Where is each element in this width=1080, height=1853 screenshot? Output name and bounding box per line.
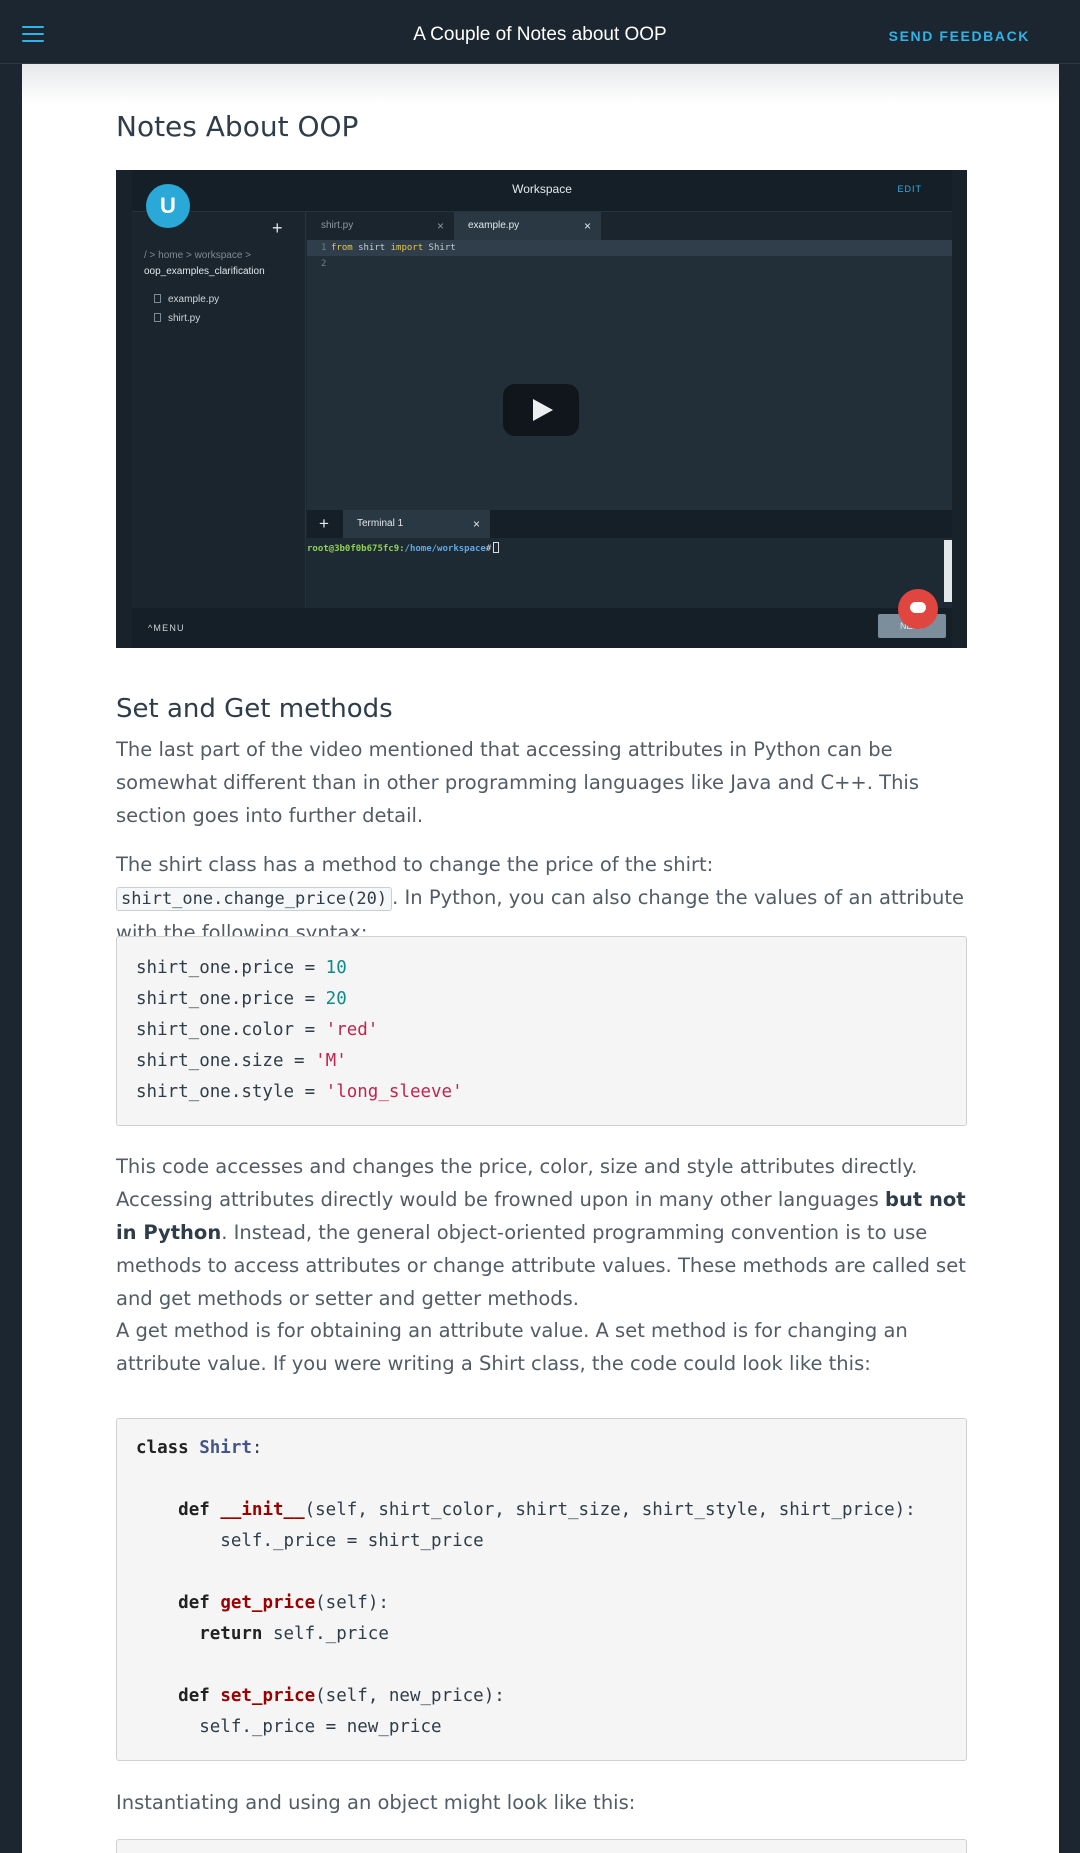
page-title: Notes About OOP [116, 110, 359, 143]
code-line: class Shirt: [136, 1438, 263, 1458]
file-item: shirt.py [154, 313, 200, 324]
send-feedback-button[interactable]: SEND FEEDBACK [889, 28, 1030, 44]
workspace-edit-link: EDIT [897, 184, 922, 194]
add-file-plus-icon: + [272, 218, 283, 238]
editor-tab-active: example.py × [454, 212, 601, 240]
video-player[interactable]: Workspace EDIT U + / > home > workspace … [116, 170, 967, 648]
close-icon: × [583, 219, 591, 233]
workspace-file-sidebar: + / > home > workspace > oop_examples_cl… [132, 212, 306, 608]
terminal-tab: Terminal 1 × [343, 510, 490, 538]
terminal-tabs: + Terminal 1 × [307, 510, 952, 538]
code-line: return self._price [199, 1624, 389, 1644]
add-terminal-plus-icon: + [319, 514, 329, 533]
editor-code: 1 from shirt import Shirt 2 [307, 240, 952, 272]
code-line: shirt_one.color = 'red' [136, 1020, 379, 1040]
file-icon [154, 313, 161, 322]
file-breadcrumb: / > home > workspace > [144, 250, 252, 261]
play-icon[interactable] [503, 384, 579, 436]
code-line: 2 [321, 259, 327, 269]
content-card: Notes About OOP Workspace EDIT U + / > h… [22, 64, 1059, 1853]
code-line: shirt_one.style = 'long_sleeve' [136, 1082, 463, 1102]
workspace-menu: ^MENU [148, 623, 185, 633]
workspace-footer: ^MENU NEXT [132, 608, 952, 648]
code-line: shirt_one.price = 20 [136, 989, 347, 1009]
code-line: self._price = shirt_price [220, 1531, 484, 1551]
editor-tab: shirt.py × [307, 212, 454, 240]
code-line: shirt_one.size = 'M' [136, 1051, 347, 1071]
inline-code: shirt_one.change_price(20) [116, 887, 393, 911]
tab-label: example.py [468, 220, 520, 231]
tab-label: shirt.py [321, 220, 354, 231]
code-block: class Shirt: def __init__(self, shirt_co… [116, 1418, 967, 1761]
workspace-editor: shirt.py × example.py × 1 from shirt import… [307, 212, 952, 512]
code-line: shirt_one.price = 10 [136, 958, 347, 978]
top-bar: A Couple of Notes about OOP SEND FEEDBAC… [0, 0, 1080, 64]
workspace-header: Workspace EDIT [132, 170, 952, 212]
terminal-scrollbar [944, 540, 952, 602]
file-icon [154, 294, 161, 303]
section-heading: Set and Get methods [116, 694, 393, 724]
code-block [116, 1839, 967, 1853]
code-line: self._price = new_price [199, 1717, 442, 1737]
folder-name: oop_examples_clarification [144, 266, 265, 277]
file-name: example.py [168, 294, 220, 305]
file-item: example.py [154, 294, 219, 305]
card-shade [22, 64, 1059, 104]
code-line: def set_price(self, new_price): [178, 1686, 505, 1706]
file-name: shirt.py [168, 313, 201, 324]
paragraph: This code accesses and changes the price… [116, 1155, 966, 1310]
paragraph: A get method is for obtaining an attribu… [116, 1319, 908, 1375]
code-block: shirt_one.price = 10 shirt_one.price = 2… [116, 936, 967, 1126]
editor-tabs: shirt.py × example.py × [307, 212, 952, 240]
terminal-cursor [493, 542, 500, 553]
chat-icon [898, 589, 938, 629]
code-line: def __init__(self, shirt_color, shirt_si… [178, 1500, 916, 1520]
close-icon: × [436, 219, 444, 233]
terminal-output: root@3b0f0b675fc9:/home/workspace# [307, 538, 952, 608]
workspace-title: Workspace [512, 182, 572, 196]
paragraph: The shirt class has a method to change t… [116, 853, 965, 944]
udacity-logo-icon: U [146, 184, 190, 228]
close-icon: × [472, 517, 480, 531]
code-line: 1 from shirt import Shirt [307, 240, 952, 256]
code-line: def get_price(self): [178, 1593, 389, 1613]
paragraph: Instantiating and using an object might … [116, 1791, 636, 1814]
paragraph: The last part of the video mentioned tha… [116, 738, 920, 827]
